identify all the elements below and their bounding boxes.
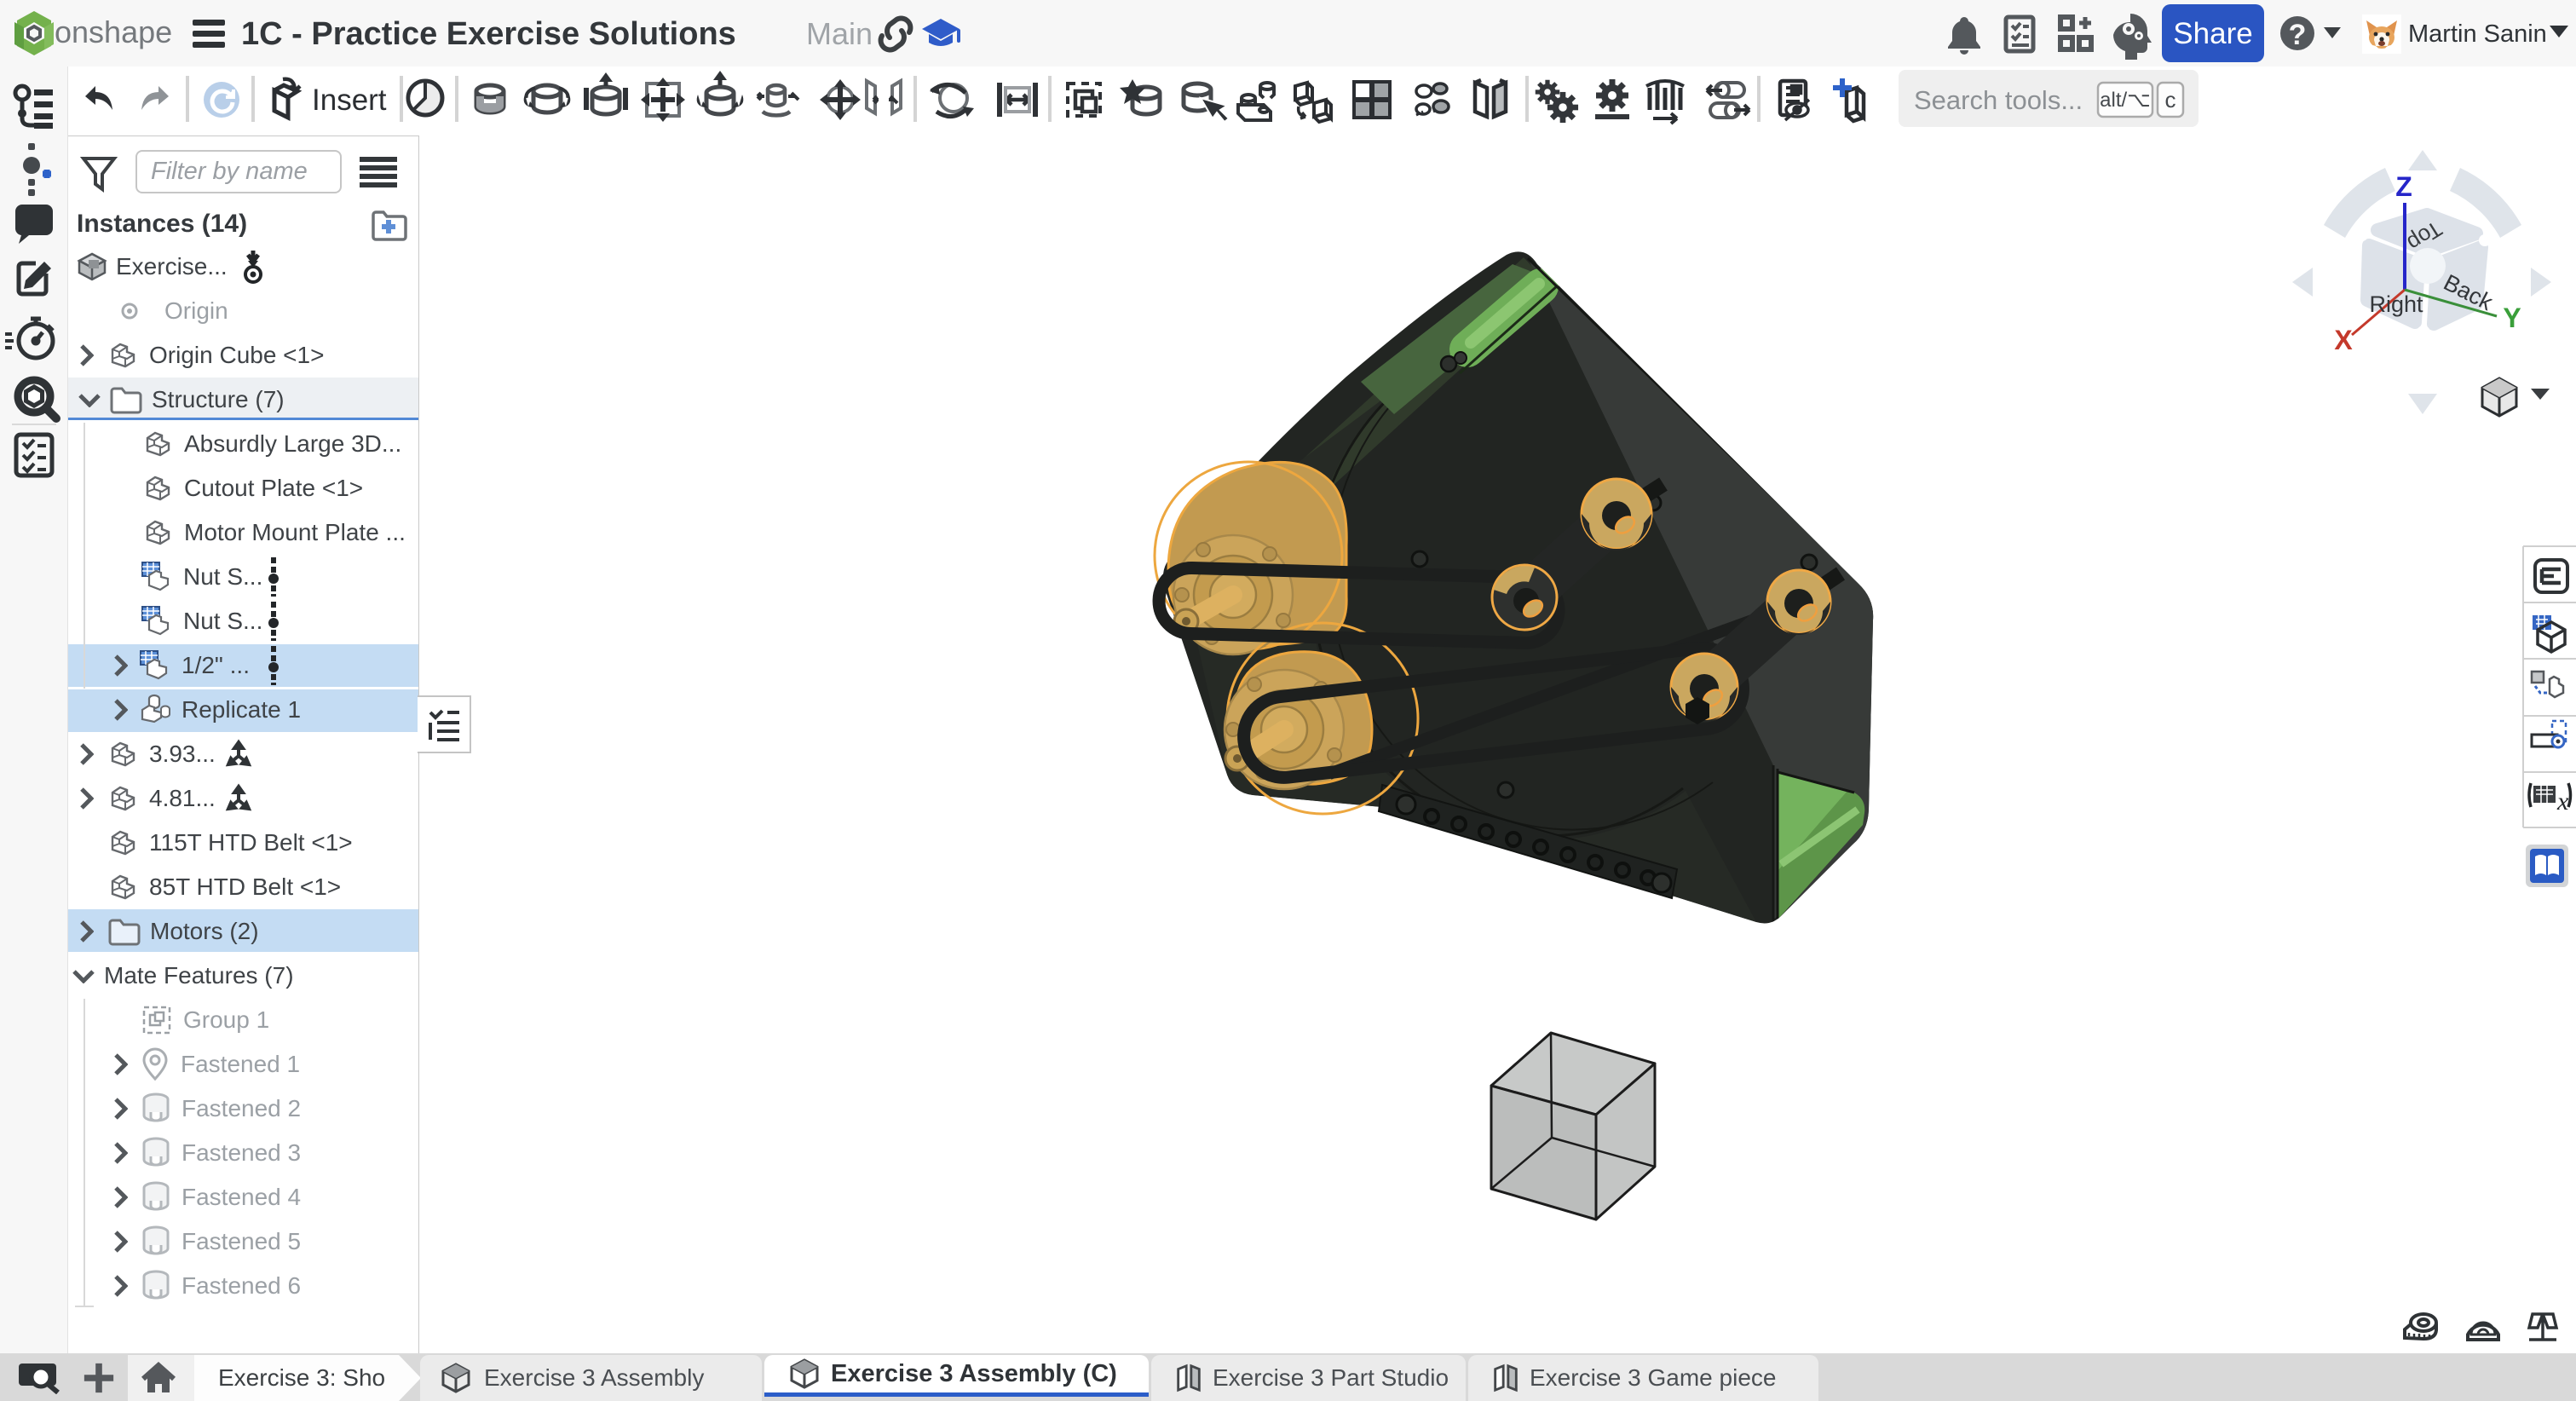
svg-text:x: x	[2556, 787, 2569, 816]
svg-text:X: X	[2334, 325, 2353, 355]
svg-text:Right: Right	[2369, 291, 2423, 317]
svg-text:Z: Z	[2395, 171, 2412, 202]
svg-text:Y: Y	[2503, 303, 2521, 333]
